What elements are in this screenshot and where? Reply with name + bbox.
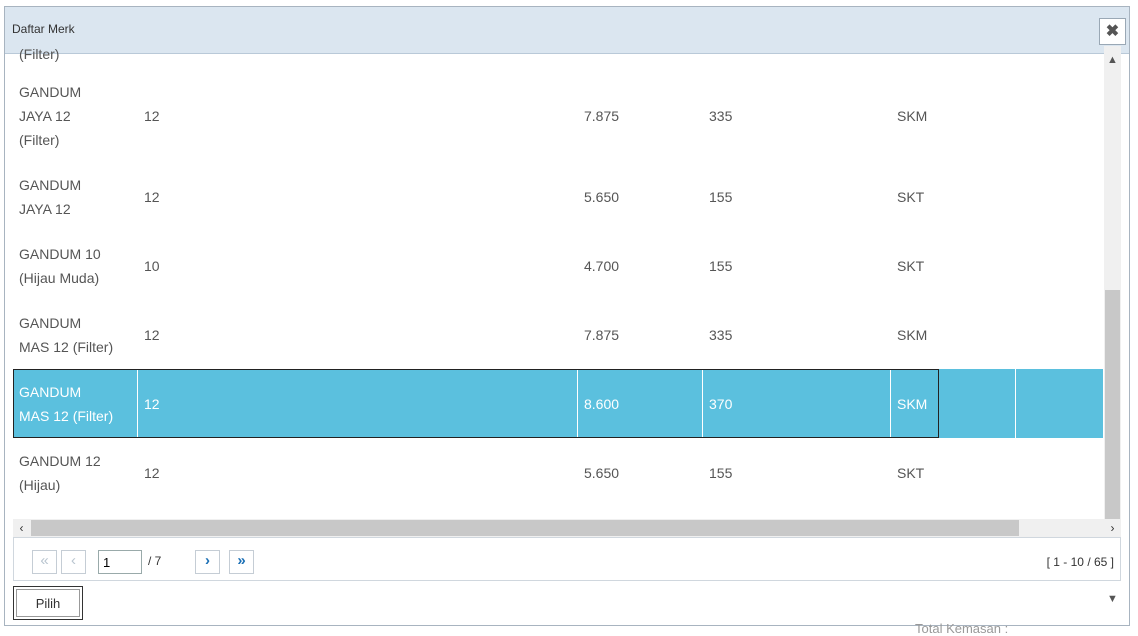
- scroll-up-icon[interactable]: ▲: [1104, 54, 1121, 66]
- cell-harga: 4.700: [584, 257, 620, 274]
- cell-merk-line: (Hijau): [19, 476, 61, 493]
- last-page-button[interactable]: »: [229, 550, 254, 574]
- cell-harga: 8.600: [578, 369, 703, 438]
- cell-merk-line: JAYA 12: [19, 107, 71, 124]
- cell-tarif: 155: [709, 257, 733, 274]
- cell-jenis: SKM: [891, 369, 1016, 438]
- dialog-title: Daftar Merk: [12, 22, 75, 36]
- cell-extra: [1016, 163, 1104, 231]
- cell-tarif: 155: [709, 189, 733, 205]
- cell-extra: [1016, 68, 1104, 163]
- cell-tarif: 155: [709, 464, 733, 481]
- cell-merk: GANDUM 12 (Hijau): [13, 438, 138, 507]
- cell-merk: GANDUM JAYA 12: [13, 163, 138, 231]
- cell-merk-partial: (Filter): [19, 46, 60, 62]
- vertical-scroll-thumb[interactable]: [1105, 290, 1120, 519]
- cell-merk-line: JAYA 12: [19, 201, 71, 217]
- cell-merk: GANDUM JAYA 12 (Filter): [13, 68, 138, 163]
- cell-harga: 7.875: [584, 107, 620, 124]
- cell-merk-line: GANDUM: [19, 314, 82, 331]
- cell-extra: [1016, 438, 1104, 507]
- cell-isi: 12: [138, 369, 578, 438]
- close-button[interactable]: ✖: [1099, 18, 1126, 45]
- cell-isi: 12: [144, 464, 160, 481]
- merk-grid: (Filter) GANDUM JAYA 12 (Filter) 12 7.875 335…: [13, 46, 1104, 519]
- total-pages-label: / 7: [148, 554, 162, 568]
- cell-merk: GANDUM 10 (Hijau Muda): [13, 231, 138, 300]
- cell-jenis: SKM: [897, 326, 928, 343]
- record-range-label: [ 1 - 10 / 65 ]: [1046, 555, 1114, 569]
- background-total-kemasan-label: Total Kemasan :: [915, 621, 1009, 636]
- vertical-scrollbar[interactable]: ▲: [1104, 46, 1121, 519]
- prev-page-button[interactable]: ‹: [61, 550, 86, 574]
- table-row[interactable]: GANDUM MAS 12 (Filter) 12 8.600 370 SKM: [13, 369, 1104, 438]
- horizontal-scrollbar[interactable]: ‹ ›: [13, 519, 1121, 537]
- next-page-button[interactable]: ›: [195, 550, 220, 574]
- scroll-right-icon[interactable]: ›: [1104, 519, 1121, 537]
- scroll-down-icon[interactable]: ▼: [1104, 593, 1121, 605]
- cell-jenis: SKT: [897, 189, 925, 205]
- cell-isi: 12: [144, 107, 160, 124]
- cell-merk-line: GANDUM 12: [19, 452, 101, 469]
- table-row[interactable]: GANDUM 10 (Hijau Muda) 10 4.700 155 SKT: [13, 231, 1104, 300]
- cell-harga: 7.875: [584, 326, 620, 343]
- table-row-partial[interactable]: (Filter): [13, 46, 1104, 68]
- cell-jenis: SKT: [897, 464, 925, 481]
- cell-merk: GANDUM MAS 12 (Filter): [13, 300, 138, 369]
- close-icon: ✖: [1105, 23, 1120, 40]
- cell-jenis: SKT: [897, 257, 925, 274]
- scroll-left-icon[interactable]: ‹: [13, 519, 30, 537]
- cell-merk-line: GANDUM: [19, 83, 82, 100]
- cell-extra: [1016, 231, 1104, 300]
- cell-merk-line: GANDUM 10: [19, 245, 101, 262]
- cell-merk-line: (Filter): [19, 131, 60, 148]
- table-row[interactable]: GANDUM JAYA 12 12 5.650 155 SKT: [13, 163, 1104, 231]
- cell-isi: 10: [144, 257, 160, 274]
- cell-merk: GANDUM MAS 12 (Filter): [13, 369, 138, 438]
- pilih-button[interactable]: Pilih: [13, 586, 83, 620]
- pagination-bar: « ‹ / 7 › » [ 1 - 10 / 65 ]: [13, 537, 1121, 581]
- cell-merk-line: GANDUM: [19, 177, 82, 193]
- page-number-input[interactable]: [98, 550, 142, 574]
- table-row[interactable]: GANDUM MAS 12 (Filter) 12 7.875 335 SKM: [13, 300, 1104, 369]
- cell-isi: 12: [144, 326, 160, 343]
- cell-harga: 5.650: [584, 464, 620, 481]
- table-row[interactable]: GANDUM JAYA 12 (Filter) 12 7.875 335 SKM: [13, 68, 1104, 163]
- cell-merk-line: MAS 12 (Filter): [19, 338, 114, 355]
- cell-extra: [1016, 300, 1104, 369]
- cell-isi: 12: [144, 189, 160, 205]
- cell-tarif: 370: [703, 369, 891, 438]
- cell-jenis: SKM: [897, 107, 928, 124]
- cell-tarif: 335: [709, 326, 733, 343]
- cell-merk-line: (Hijau Muda): [19, 269, 100, 286]
- cell-tarif: 335: [709, 107, 733, 124]
- horizontal-scroll-thumb[interactable]: [31, 520, 1019, 536]
- cell-extra: [1016, 369, 1104, 438]
- cell-merk-line: GANDUM: [19, 383, 82, 400]
- first-page-button[interactable]: «: [32, 550, 57, 574]
- cell-merk-line: MAS 12 (Filter): [19, 407, 114, 424]
- cell-harga: 5.650: [584, 189, 620, 205]
- table-row[interactable]: GANDUM 12 (Hijau) 12 5.650 155 SKT: [13, 438, 1104, 507]
